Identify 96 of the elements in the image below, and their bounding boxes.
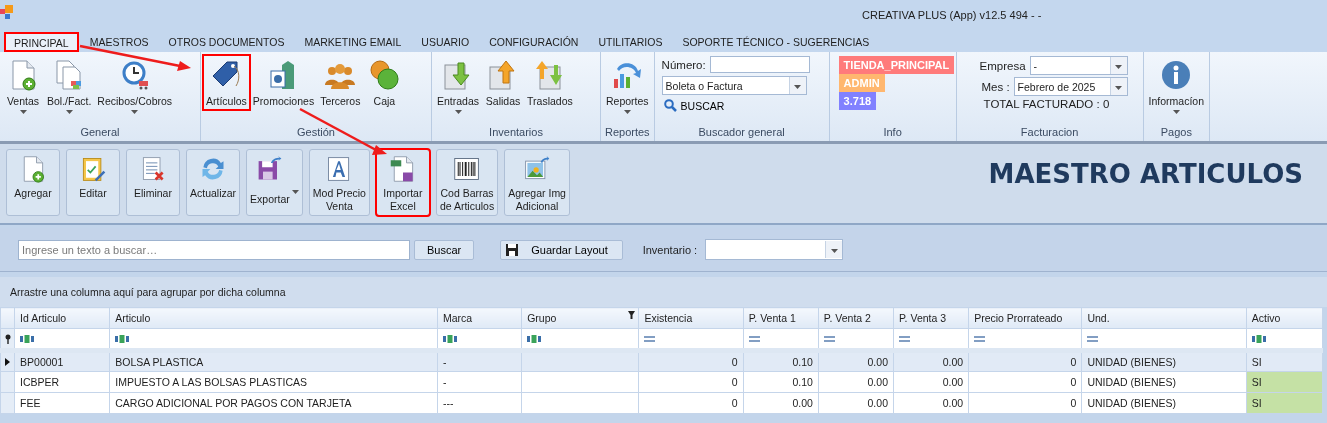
toolbar-button[interactable]: Agregar — [6, 149, 60, 216]
ribbon-button[interactable]: Ventas — [3, 56, 43, 116]
ribbon-button[interactable]: Artículos — [204, 56, 249, 109]
ribbon-tab[interactable]: PRINCIPAL — [4, 32, 79, 52]
toolbar-button[interactable]: Agregar Img Adicional — [504, 149, 570, 216]
table-cell: FEE — [14, 392, 110, 414]
group-label: Inventarios — [488, 126, 544, 140]
field-label: Empresa — [979, 59, 1026, 72]
save-layout-button[interactable]: Guardar Layout — [500, 239, 623, 260]
search-field[interactable]: Ingrese un texto a buscar… — [18, 239, 410, 260]
column-header[interactable]: P. Venta 1 — [743, 307, 819, 329]
column-header[interactable]: Id Articulo — [14, 307, 110, 329]
ribbon-button[interactable]: Informacíon — [1146, 56, 1207, 116]
group-label: General — [79, 126, 121, 140]
toolbar-button[interactable]: Eliminar — [126, 149, 180, 216]
ribbon-button[interactable]: Recibos/Cobros — [95, 56, 175, 116]
group-label: Info — [882, 126, 903, 140]
ribbon-button[interactable]: Traslados — [525, 56, 575, 109]
coins-icon — [368, 58, 401, 92]
table-cell: UNIDAD (BIENES) — [1081, 392, 1247, 414]
group-label: Buscador general — [697, 126, 786, 140]
field-label: Inventario : — [642, 243, 698, 256]
caret-icon — [1115, 86, 1123, 90]
ribbon-button[interactable]: Caja — [364, 56, 405, 109]
column-header[interactable]: Grupo — [521, 307, 639, 329]
table-cell: 0 — [638, 371, 744, 393]
table-cell: 0.00 — [818, 392, 894, 414]
table-cell: - — [437, 371, 522, 393]
table-cell: 0.00 — [743, 392, 819, 414]
group-label: Gestión — [296, 126, 336, 140]
caret-icon — [830, 249, 838, 253]
table-cell: CARGO ADICIONAL POR PAGOS CON TARJETA — [109, 392, 438, 414]
toolbar-button[interactable]: Actualizar — [186, 149, 241, 216]
ribbon-button[interactable]: Promociones — [250, 56, 317, 109]
ribbon-tab[interactable]: MARKETING EMAIL — [295, 32, 411, 52]
toolbar-button[interactable]: Mod Precio Venta — [308, 149, 370, 216]
table-cell: 0.10 — [743, 371, 819, 393]
month-dropdown[interactable]: Febrero de 2025 — [1013, 77, 1128, 96]
group-label: Reportes — [604, 126, 651, 140]
column-header[interactable]: Und. — [1081, 307, 1247, 329]
group-panel-hint: Arrastre una columna aquí para agrupar por dicha columna — [10, 286, 286, 298]
ribbon-tab[interactable]: UTILITARIOS — [589, 32, 672, 52]
total-billed-text: TOTAL FACTURADO : 0 — [983, 98, 1110, 110]
pin-icon — [3, 333, 12, 344]
column-header[interactable]: Marca — [437, 307, 522, 329]
ribbon-tab[interactable]: CONFIGURACIÓN — [480, 32, 588, 52]
search-icon — [663, 99, 677, 112]
table-cell: 0.00 — [818, 371, 894, 393]
toolbar-button[interactable]: Importar Excel — [375, 149, 430, 216]
group-label: Pagos — [1159, 126, 1193, 140]
column-header[interactable]: P. Venta 2 — [818, 307, 894, 329]
column-header[interactable]: P. Venta 3 — [893, 307, 969, 329]
app-logo-icon — [0, 5, 14, 21]
company-dropdown[interactable]: - — [1029, 56, 1128, 75]
column-header[interactable]: Articulo — [109, 307, 438, 329]
table-cell: --- — [437, 392, 522, 414]
ribbon-button[interactable]: Terceros — [318, 56, 363, 109]
column-header[interactable]: Precio Prorrateado — [968, 307, 1082, 329]
inventory-dropdown[interactable] — [705, 239, 844, 260]
info-icon — [1160, 58, 1193, 92]
info-badge: ADMIN — [838, 74, 885, 92]
table-cell: 0 — [638, 392, 744, 414]
table-cell: ICBPER — [14, 371, 110, 393]
ribbon-button[interactable]: Salidas — [483, 56, 524, 109]
group-label: Facturacion — [1019, 126, 1080, 140]
toolbar-button[interactable]: Editar — [66, 149, 120, 216]
table-cell: 0 — [968, 392, 1082, 414]
number-field[interactable] — [709, 56, 810, 73]
ribbon-tab[interactable]: USUARIO — [412, 32, 479, 52]
ribbon-tab[interactable]: OTROS DOCUMENTOS — [159, 32, 294, 52]
table-cell: IMPUESTO A LAS BOLSAS PLASTICAS — [109, 371, 438, 393]
info-badge: TIENDA_PRINCIPAL — [838, 56, 955, 74]
toolbar-button[interactable]: Cod Barras de Articulos — [435, 149, 499, 216]
page-title: MAESTRO ARTICULOS — [988, 159, 1303, 189]
caret-icon — [794, 85, 802, 89]
ribbon-button[interactable]: Entradas — [435, 56, 482, 116]
field-label: Mes : — [981, 80, 1010, 93]
info-badge: 3.718 — [838, 92, 877, 110]
ribbon-tab[interactable]: MAESTROS — [80, 32, 158, 52]
ribbon-tab[interactable]: SOPORTE TÉCNICO - SUGERENCIAS — [673, 32, 879, 52]
ribbon-button[interactable]: Reportes — [604, 56, 651, 116]
table-cell: 0.00 — [893, 392, 969, 414]
search-link[interactable]: BUSCAR — [661, 98, 822, 113]
document-type-dropdown[interactable]: Boleta o Factura — [661, 76, 807, 95]
field-label: Número: — [661, 58, 706, 71]
save-icon — [505, 242, 520, 257]
search-button[interactable]: Buscar — [414, 239, 475, 260]
caret-icon — [1115, 65, 1123, 69]
toolbar-button[interactable]: Exportar — [246, 149, 303, 216]
table-cell: 0.00 — [893, 371, 969, 393]
table-cell: 0 — [968, 371, 1082, 393]
column-header[interactable]: Activo — [1246, 307, 1323, 329]
window-title: CREATIVA PLUS (App) v12.5 494 - - — [862, 9, 1042, 21]
column-header[interactable]: Existencia — [638, 307, 744, 329]
ribbon-button[interactable]: Bol./Fact. — [45, 56, 94, 116]
table-cell: UNIDAD (BIENES) — [1081, 371, 1247, 393]
